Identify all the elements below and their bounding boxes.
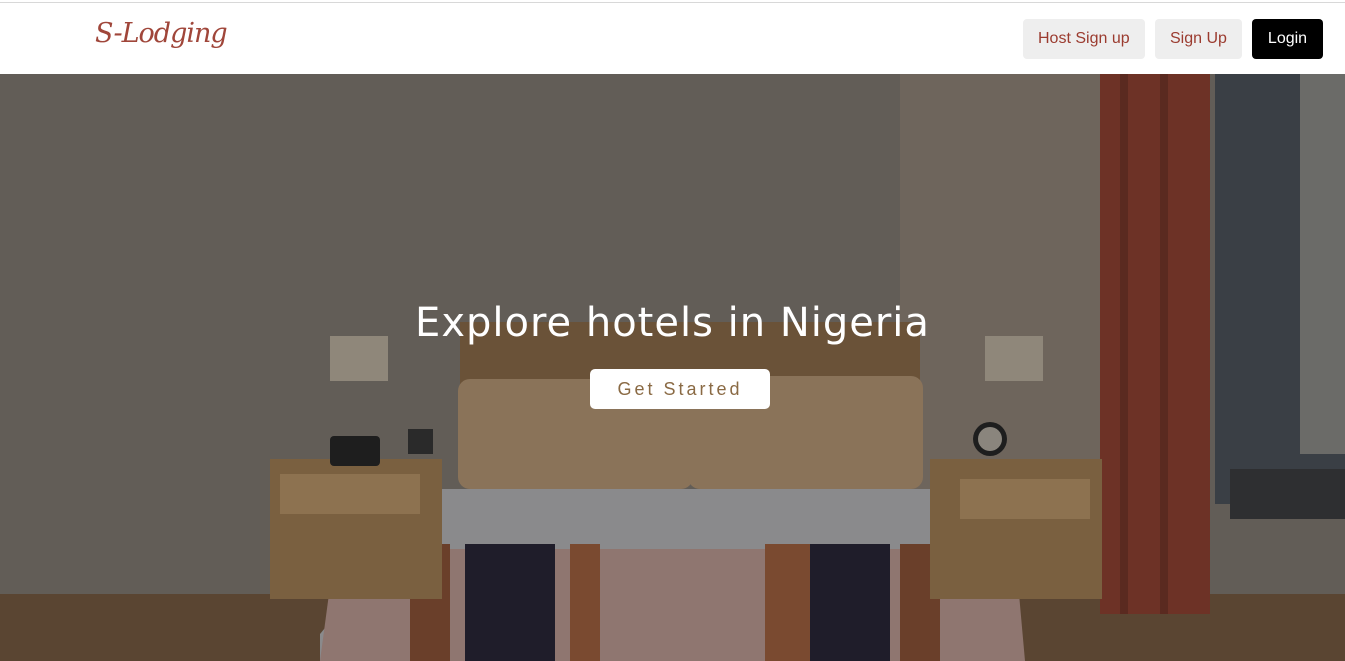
brand-logo[interactable]: S-Lodging	[95, 18, 228, 49]
host-signup-button[interactable]: Host Sign up	[1023, 19, 1145, 59]
navbar: S-Lodging Host Sign up Sign Up Login	[0, 4, 1345, 74]
hero-section: Explore hotels in Nigeria Get Started	[0, 74, 1345, 661]
get-started-button[interactable]: Get Started	[590, 369, 770, 409]
login-button[interactable]: Login	[1252, 19, 1323, 59]
signup-button[interactable]: Sign Up	[1155, 19, 1242, 59]
hero-background-image	[0, 74, 1345, 661]
hero-title: Explore hotels in Nigeria	[415, 300, 930, 346]
top-border	[0, 0, 1345, 3]
